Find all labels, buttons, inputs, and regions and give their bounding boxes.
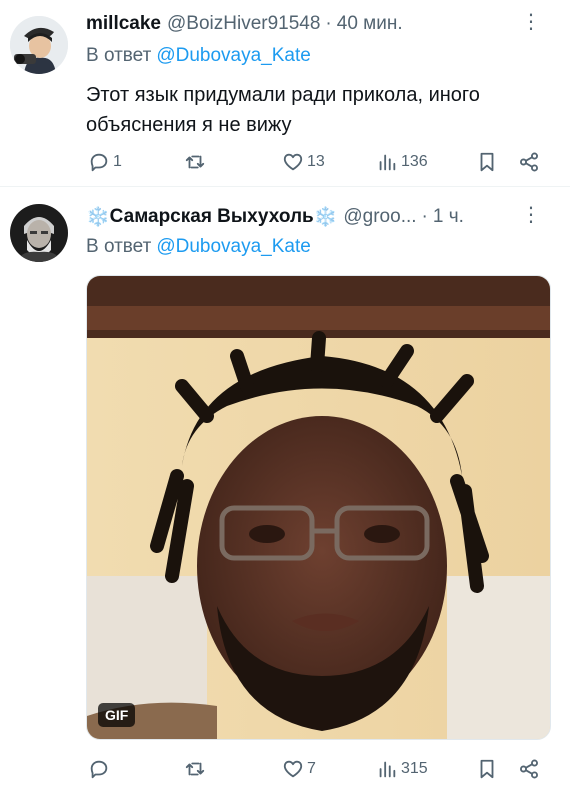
tweet-header: millcake @BoizHiver91548 · 40 мин. ⋮ xyxy=(86,11,552,37)
like-button[interactable]: 7 xyxy=(282,755,316,783)
action-bar: 7 315 xyxy=(86,755,546,783)
timestamp[interactable]: 1 ч. xyxy=(433,206,464,228)
views-button[interactable]: 315 xyxy=(376,755,428,783)
tweet[interactable]: millcake @BoizHiver91548 · 40 мин. ⋮ В о… xyxy=(0,0,570,186)
reply-icon xyxy=(90,760,108,779)
reply-button[interactable]: 1 xyxy=(88,148,122,176)
action-bar: 1 13 136 xyxy=(86,148,546,176)
snowflake-icon: ❄️ xyxy=(313,207,338,228)
reply-context: В ответ @Dubovaya_Kate xyxy=(86,45,311,67)
avatar[interactable] xyxy=(10,204,68,262)
share-icon xyxy=(520,759,538,779)
repost-icon xyxy=(185,155,205,169)
gif-media[interactable]: GIF xyxy=(86,275,551,740)
separator-dot: · xyxy=(325,13,332,34)
separator-dot: · xyxy=(421,206,428,227)
reply-context: В ответ @Dubovaya_Kate xyxy=(86,236,311,258)
avatar-image xyxy=(10,204,68,262)
bookmark-icon xyxy=(480,759,494,779)
author-handle[interactable]: @BoizHiver91548 xyxy=(167,13,320,35)
share-button[interactable] xyxy=(518,755,540,783)
reply-mention-link[interactable]: @Dubovaya_Kate xyxy=(156,236,311,257)
reply-count: 1 xyxy=(113,153,122,170)
views-button[interactable]: 136 xyxy=(376,148,428,176)
avatar-image xyxy=(10,16,68,74)
views-icon xyxy=(379,154,396,171)
reply-label: В ответ xyxy=(86,236,152,257)
author-name[interactable]: Самарская Выхухоль xyxy=(110,206,314,228)
like-icon xyxy=(283,153,303,171)
reply-mention-link[interactable]: @Dubovaya_Kate xyxy=(156,45,311,66)
bookmark-button[interactable] xyxy=(476,755,498,783)
bookmark-icon xyxy=(480,152,494,172)
share-icon xyxy=(520,152,538,172)
snowflake-icon: ❄️ xyxy=(86,207,110,228)
tweet-header: ❄️ Самарская Выхухоль ❄️ @groo... · 1 ч.… xyxy=(86,204,552,230)
author-name[interactable]: millcake xyxy=(86,13,161,35)
gif-badge: GIF xyxy=(98,703,136,727)
like-count: 7 xyxy=(307,760,316,777)
reply-button[interactable] xyxy=(88,755,113,783)
view-count: 136 xyxy=(401,153,428,170)
author-handle[interactable]: @groo... xyxy=(343,206,416,228)
repost-button[interactable] xyxy=(184,148,209,176)
timestamp[interactable]: 40 мин. xyxy=(337,13,403,35)
view-count: 315 xyxy=(401,760,428,777)
like-count: 13 xyxy=(307,153,325,170)
tweet-text: Этот язык придумали ради прикола, иного … xyxy=(86,84,480,136)
repost-icon xyxy=(185,762,205,776)
reply-icon xyxy=(90,153,108,172)
more-icon[interactable]: ⋮ xyxy=(520,204,542,230)
share-button[interactable] xyxy=(518,148,540,176)
views-icon xyxy=(379,761,396,778)
like-button[interactable]: 13 xyxy=(282,148,325,176)
repost-button[interactable] xyxy=(184,755,209,783)
bookmark-button[interactable] xyxy=(476,148,498,176)
gif-image xyxy=(87,276,550,739)
reply-label: В ответ xyxy=(86,45,152,66)
avatar[interactable] xyxy=(10,16,68,74)
like-icon xyxy=(283,760,303,778)
more-icon[interactable]: ⋮ xyxy=(520,11,542,37)
tweet[interactable]: ❄️ Самарская Выхухоль ❄️ @groo... · 1 ч.… xyxy=(0,187,570,800)
